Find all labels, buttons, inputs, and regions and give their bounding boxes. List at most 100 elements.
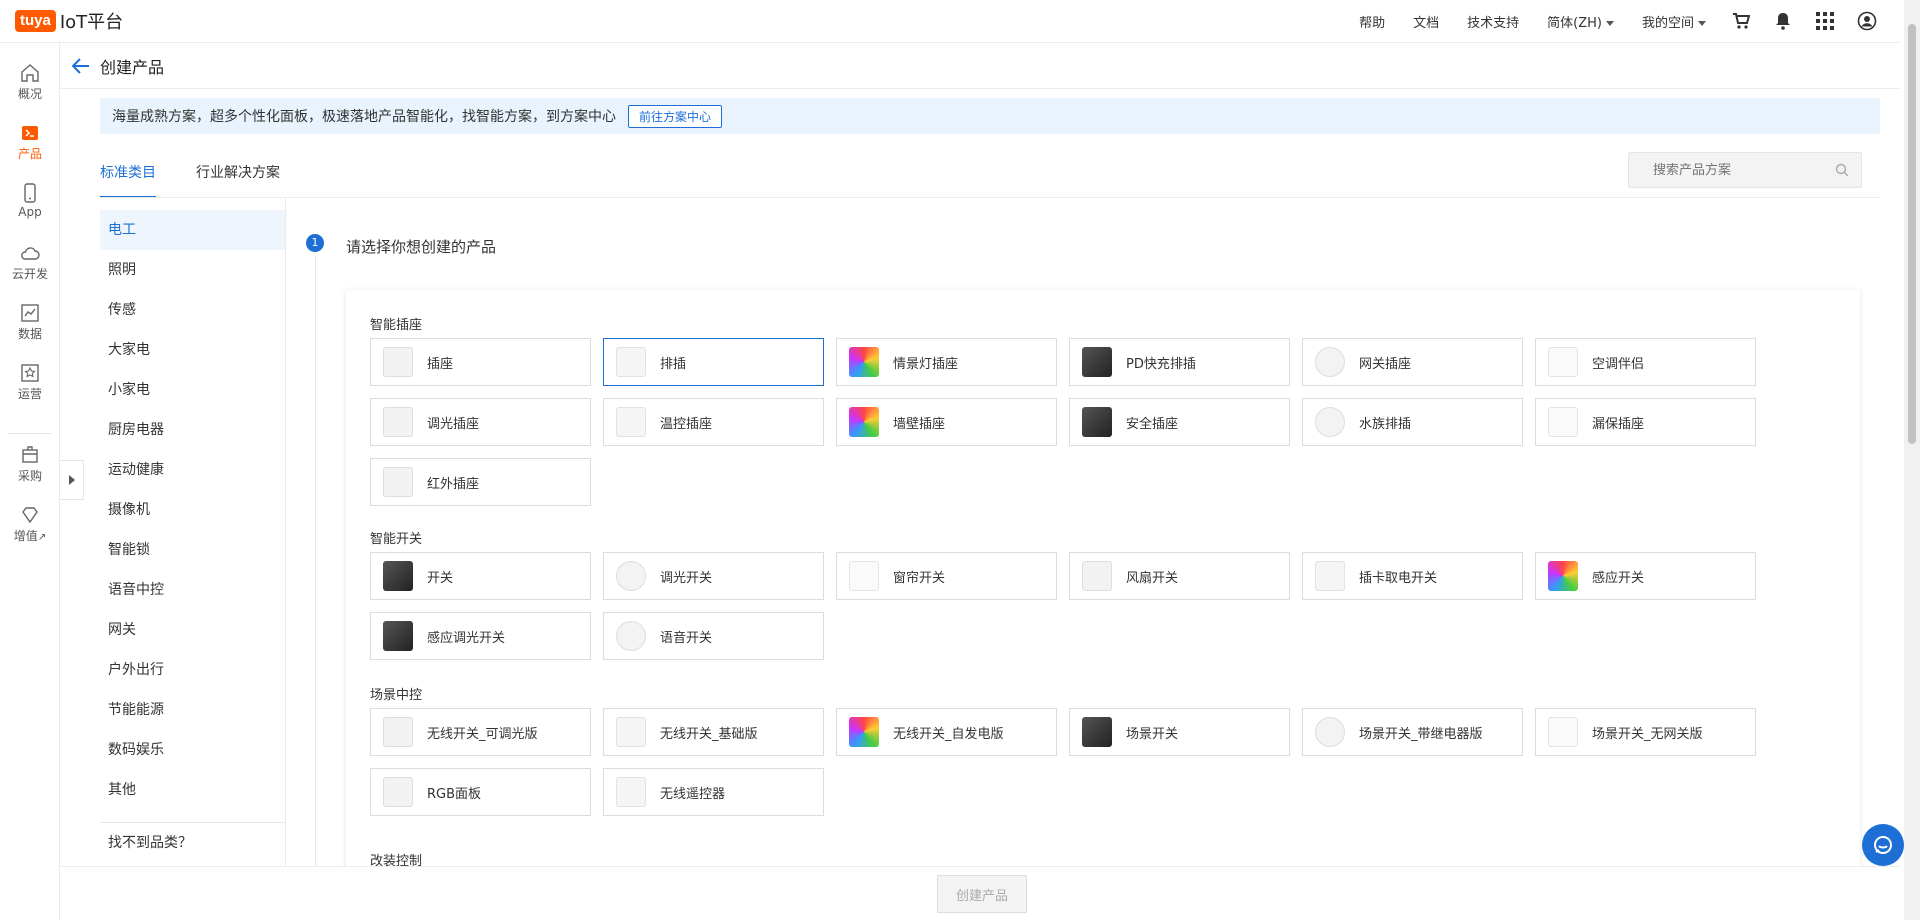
docs-link[interactable]: 文档 (1413, 12, 1439, 31)
product-thumbnail-icon (383, 621, 413, 651)
category-item[interactable]: 电工 (100, 210, 285, 250)
category-item[interactable]: 其他 (100, 770, 285, 810)
language-dropdown[interactable]: 简体(ZH) (1547, 12, 1614, 31)
top-bar: tuya IoT平台 帮助 文档 技术支持 简体(ZH) 我的空间 (0, 0, 1900, 43)
product-card[interactable]: 红外插座 (370, 458, 591, 506)
apps-grid-icon[interactable] (1815, 11, 1835, 31)
step-line (315, 256, 316, 876)
product-card[interactable]: 空调伴侣 (1535, 338, 1756, 386)
product-thumbnail-icon (1548, 717, 1578, 747)
product-card[interactable]: 漏保插座 (1535, 398, 1756, 446)
nav-item-app[interactable]: App (0, 183, 60, 219)
product-card[interactable]: PD快充排插 (1069, 338, 1290, 386)
product-thumbnail-icon (383, 561, 413, 591)
chat-support-button[interactable] (1862, 824, 1904, 866)
nav-item-overview[interactable]: 概况 (0, 63, 60, 102)
my-space-dropdown[interactable]: 我的空间 (1642, 12, 1706, 31)
product-thumbnail-icon (1082, 407, 1112, 437)
create-product-button[interactable]: 创建产品 (937, 875, 1027, 913)
product-card-label: 场景开关_带继电器版 (1359, 726, 1483, 742)
category-item[interactable]: 照明 (100, 250, 285, 290)
nav-item-product[interactable]: 产品 (0, 123, 60, 162)
product-card[interactable]: 语音开关 (603, 612, 824, 660)
product-card[interactable]: 网关插座 (1302, 338, 1523, 386)
go-solution-center-button[interactable]: 前往方案中心 (628, 104, 723, 128)
product-card[interactable]: 感应调光开关 (370, 612, 591, 660)
category-item[interactable]: 户外出行 (100, 650, 285, 690)
category-item[interactable]: 传感 (100, 290, 285, 330)
scrollbar-thumb[interactable] (1908, 24, 1916, 444)
cart-icon[interactable] (1731, 11, 1751, 31)
phone-icon (24, 183, 36, 203)
product-card[interactable]: 调光插座 (370, 398, 591, 446)
product-card[interactable]: 水族排插 (1302, 398, 1523, 446)
nav-item-value-added[interactable]: 增值↗ (0, 505, 60, 544)
product-card-label: 场景开关 (1126, 726, 1179, 742)
product-card-label: RGB面板 (427, 786, 482, 802)
nav-item-data[interactable]: 数据 (0, 303, 60, 342)
nav-label-product: 产品 (17, 147, 42, 161)
product-card-label: 网关插座 (1359, 356, 1412, 372)
product-card[interactable]: 无线开关_自发电版 (836, 708, 1057, 756)
product-card[interactable]: 场景开关_无网关版 (1535, 708, 1756, 756)
category-item[interactable]: 网关 (100, 610, 285, 650)
product-card[interactable]: 窗帘开关 (836, 552, 1057, 600)
nav-label-data: 数据 (17, 327, 42, 341)
product-card[interactable]: 无线遥控器 (603, 768, 824, 816)
bell-icon[interactable] (1773, 11, 1793, 31)
tabs-divider (100, 197, 1880, 198)
page-scrollbar[interactable] (1904, 0, 1920, 920)
product-card[interactable]: 插卡取电开关 (1302, 552, 1523, 600)
nav-item-cloud[interactable]: 云开发 (0, 243, 60, 282)
product-thumbnail-icon (616, 561, 646, 591)
product-card[interactable]: 风扇开关 (1069, 552, 1290, 600)
product-card-label: 排插 (660, 356, 687, 372)
product-card-label: 无线开关_自发电版 (893, 726, 1004, 742)
logo-badge: tuya (15, 10, 56, 32)
category-item[interactable]: 小家电 (100, 370, 285, 410)
search-input[interactable] (1653, 162, 1835, 178)
support-link[interactable]: 技术支持 (1467, 12, 1519, 31)
step-title: 请选择你想创建的产品 (346, 238, 497, 256)
banner-text: 海量成熟方案，超多个性化面板，极速落地产品智能化，找智能方案，到方案中心 (112, 109, 616, 125)
product-card[interactable]: 开关 (370, 552, 591, 600)
product-card-label: 窗帘开关 (893, 570, 946, 586)
product-card[interactable]: 安全插座 (1069, 398, 1290, 446)
category-item[interactable]: 数码娱乐 (100, 730, 285, 770)
product-card[interactable]: 场景开关 (1069, 708, 1290, 756)
category-item[interactable]: 运动健康 (100, 450, 285, 490)
product-card[interactable]: 排插 (603, 338, 824, 386)
product-card[interactable]: 无线开关_可调光版 (370, 708, 591, 756)
section-title: 场景中控 (370, 688, 423, 703)
product-card[interactable]: 情景灯插座 (836, 338, 1057, 386)
category-item[interactable]: 摄像机 (100, 490, 285, 530)
footer-bar: 创建产品 (60, 866, 1900, 920)
product-thumbnail-icon (1082, 717, 1112, 747)
nav-item-purchase[interactable]: 采购 (0, 445, 60, 484)
search-icon[interactable] (1835, 163, 1849, 177)
product-card[interactable]: 调光开关 (603, 552, 824, 600)
product-card-label: 漏保插座 (1592, 416, 1645, 432)
product-thumbnail-icon (383, 777, 413, 807)
product-card[interactable]: 插座 (370, 338, 591, 386)
category-not-found-link[interactable]: 找不到品类？ (108, 832, 192, 852)
back-arrow-icon[interactable] (72, 57, 90, 74)
product-card[interactable]: RGB面板 (370, 768, 591, 816)
product-card[interactable]: 无线开关_基础版 (603, 708, 824, 756)
tab-industry-solution[interactable]: 行业解决方案 (196, 148, 280, 198)
tab-standard-category[interactable]: 标准类目 (100, 148, 156, 198)
product-card[interactable]: 场景开关_带继电器版 (1302, 708, 1523, 756)
product-card[interactable]: 温控插座 (603, 398, 824, 446)
product-card[interactable]: 墙壁插座 (836, 398, 1057, 446)
product-card[interactable]: 感应开关 (1535, 552, 1756, 600)
category-item[interactable]: 大家电 (100, 330, 285, 370)
category-item[interactable]: 节能能源 (100, 690, 285, 730)
category-item[interactable]: 厨房电器 (100, 410, 285, 450)
user-avatar-icon[interactable] (1857, 11, 1877, 31)
category-item[interactable]: 智能锁 (100, 530, 285, 570)
sidebar-expand-button[interactable] (60, 460, 84, 500)
nav-item-operations[interactable]: 运营 (0, 363, 60, 402)
category-item[interactable]: 语音中控 (100, 570, 285, 610)
help-link[interactable]: 帮助 (1359, 12, 1385, 31)
logo[interactable]: tuya IoT平台 (15, 8, 123, 34)
